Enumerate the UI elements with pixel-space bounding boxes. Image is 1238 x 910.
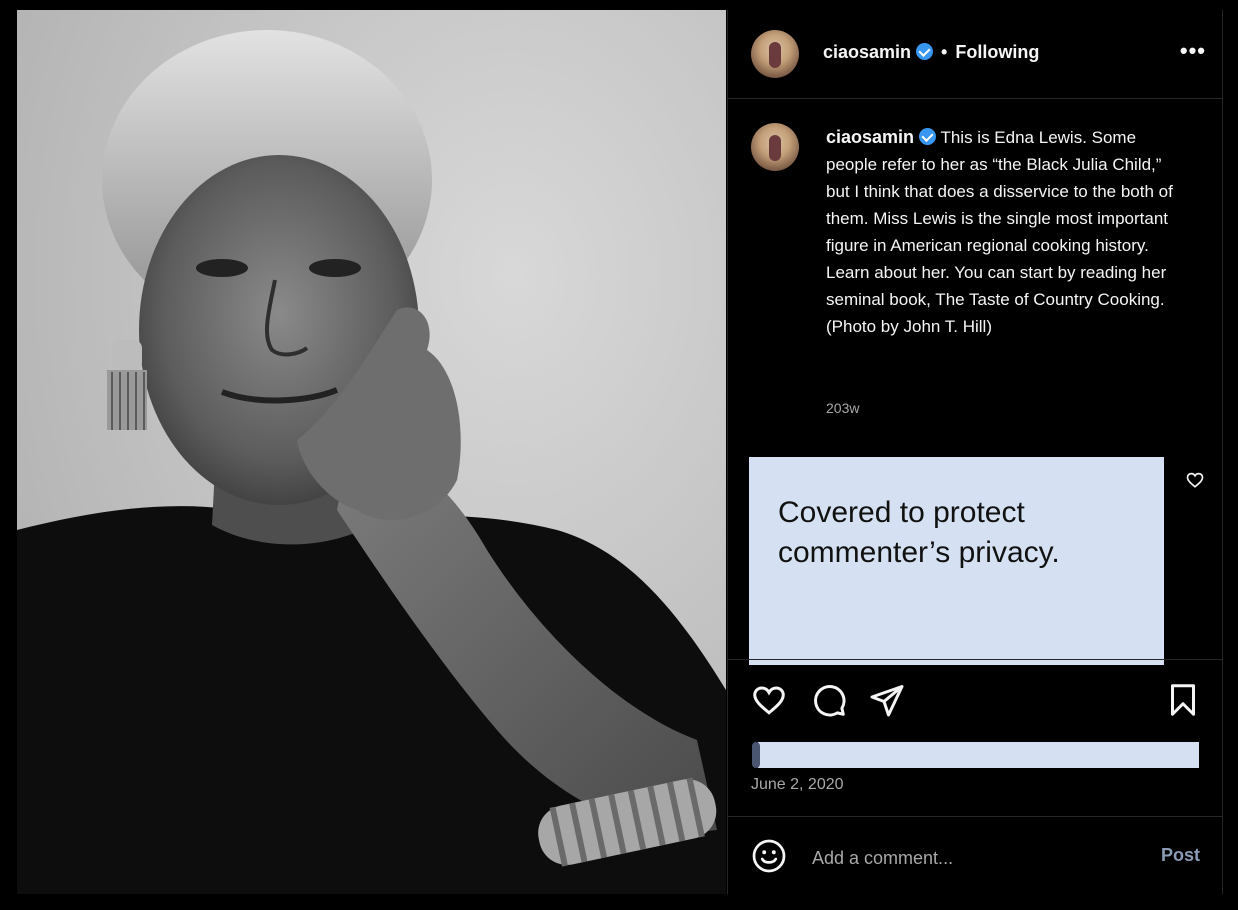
divider xyxy=(728,659,1222,660)
caption-username[interactable]: ciaosamin xyxy=(826,127,914,147)
post-header: ciaosamin • Following ••• xyxy=(728,10,1222,99)
caption-avatar[interactable] xyxy=(751,123,799,171)
caption-time-ago[interactable]: 203w xyxy=(826,400,859,416)
avatar[interactable] xyxy=(751,30,799,78)
privacy-cover: Covered to protect commenter’s privacy. xyxy=(749,457,1164,665)
verified-badge-icon xyxy=(919,128,937,145)
paper-plane-icon[interactable] xyxy=(869,682,905,718)
likes-cover xyxy=(752,742,1199,768)
divider xyxy=(728,816,1222,817)
following-button[interactable]: Following xyxy=(955,42,1039,62)
comment-heart-icon[interactable] xyxy=(1186,471,1204,489)
smiley-icon[interactable] xyxy=(751,838,787,874)
more-options-icon[interactable]: ••• xyxy=(1180,40,1206,62)
comment-bubble-icon[interactable] xyxy=(811,682,847,718)
header-username[interactable]: ciaosamin xyxy=(823,42,911,62)
portrait-image xyxy=(17,30,726,894)
post-date[interactable]: June 2, 2020 xyxy=(751,776,844,794)
caption-text: This is Edna Lewis. Some people refer to… xyxy=(826,128,1173,336)
verified-badge-icon xyxy=(916,43,934,60)
comment-input[interactable] xyxy=(810,844,1114,872)
privacy-note: Covered to protect commenter’s privacy. xyxy=(778,496,1060,569)
bookmark-icon[interactable] xyxy=(1165,682,1201,718)
post-button[interactable]: Post xyxy=(1161,845,1200,866)
likes-avatar-edge xyxy=(752,742,760,768)
post-modal: ciaosamin • Following ••• ciaosamin This i… xyxy=(0,0,1238,910)
post-photo[interactable] xyxy=(17,10,726,894)
heart-icon[interactable] xyxy=(751,682,787,718)
header-identity: ciaosamin • Following xyxy=(823,42,1039,63)
post-side-panel: ciaosamin • Following ••• ciaosamin This i… xyxy=(727,10,1223,894)
caption: ciaosamin This is Edna Lewis. Some peopl… xyxy=(826,124,1186,340)
separator-dot: • xyxy=(941,42,948,62)
